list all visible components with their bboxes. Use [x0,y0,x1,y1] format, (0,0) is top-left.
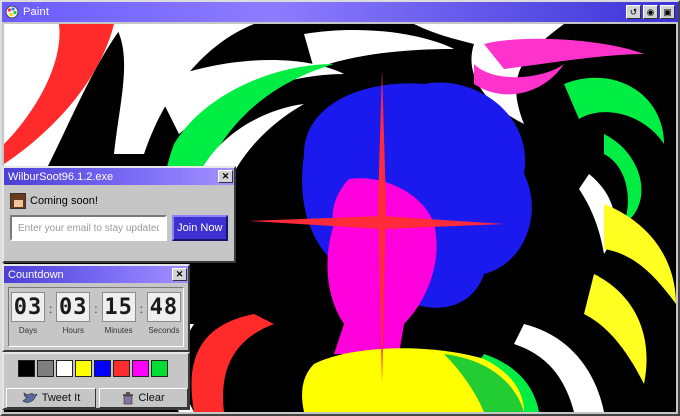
countdown-seconds-value: 48 [146,292,181,322]
color-swatch-magenta[interactable] [132,360,149,377]
signup-title: WilburSoot96.1.2.exe [8,170,114,183]
restore-icon: ↺ [629,6,638,17]
countdown-minutes-value: 15 [101,292,136,322]
countdown-days-label: Days [18,326,38,335]
clear-label: Clear [138,392,165,404]
tweet-it-label: Tweet It [41,392,81,404]
countdown-display: 03 Days : 03 Hours : 15 Minutes : 48 Sec… [8,287,184,347]
countdown-minutes-label: Minutes [104,326,133,335]
close-button[interactable]: ▣ [660,5,675,19]
countdown-separator: : [139,302,143,316]
countdown-separator: : [94,302,98,316]
countdown-title: Countdown [8,268,64,281]
palette-panel: Tweet It Clear [2,352,190,410]
coming-soon-text: Coming soon! [30,195,98,207]
close-icon: ▣ [663,6,672,17]
color-swatch-blue[interactable] [94,360,111,377]
countdown-window: Countdown ✕ 03 Days : 03 Hours : 15 Minu… [2,264,190,352]
email-input[interactable] [10,215,167,241]
join-now-button[interactable]: Join Now [171,215,228,241]
countdown-title-bar[interactable]: Countdown ✕ [4,266,188,283]
minimize-icon: ◉ [646,6,655,17]
avatar-icon [10,193,26,209]
countdown-hours-label: Hours [62,326,84,335]
color-swatch-red[interactable] [113,360,130,377]
close-icon: ✕ [175,269,184,279]
color-swatch-black[interactable] [18,360,35,377]
restore-button[interactable]: ↺ [626,5,641,19]
countdown-minutes: 15 Minutes [101,292,136,335]
color-palette [18,360,168,377]
color-swatch-yellow[interactable] [75,360,92,377]
countdown-hours: 03 Hours [56,292,91,335]
paint-palette-icon [5,5,19,19]
countdown-close-button[interactable]: ✕ [172,268,187,281]
countdown-days-value: 03 [10,292,45,322]
signup-close-button[interactable]: ✕ [218,170,233,183]
countdown-days: 03 Days [10,292,45,335]
window-title: Paint [23,6,50,18]
signup-window: WilburSoot96.1.2.exe ✕ Coming soon! Join… [2,166,236,263]
close-icon: ✕ [221,171,230,181]
minimize-button[interactable]: ◉ [643,5,658,19]
color-swatch-green[interactable] [151,360,168,377]
color-swatch-white[interactable] [56,360,73,377]
countdown-seconds-label: Seconds [148,326,180,335]
title-bar[interactable]: Paint ↺ ◉ ▣ [2,2,678,22]
clear-button[interactable]: Clear [99,388,188,408]
countdown-seconds: 48 Seconds [146,292,181,335]
countdown-hours-value: 03 [56,292,91,322]
trash-icon [123,391,134,404]
signup-title-bar[interactable]: WilburSoot96.1.2.exe ✕ [4,168,234,185]
color-swatch-gray[interactable] [37,360,54,377]
countdown-separator: : [48,302,53,316]
bird-icon [22,392,38,403]
tweet-it-button[interactable]: Tweet It [6,388,96,408]
